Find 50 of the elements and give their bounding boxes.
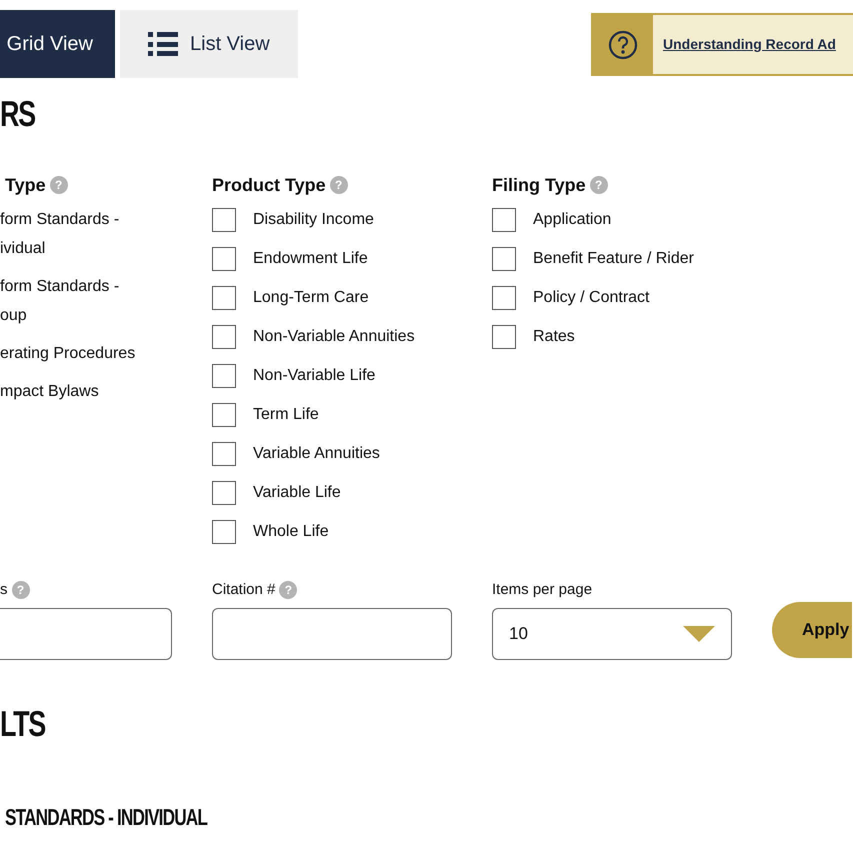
checkbox-label: Term Life xyxy=(253,405,319,425)
list-icon xyxy=(148,32,178,56)
checkbox-label: Long-Term Care xyxy=(253,288,369,308)
section-heading: LTS xyxy=(0,706,46,742)
filter-group-title: Product Type xyxy=(212,174,326,197)
items-per-page-select[interactable]: 10 xyxy=(492,608,732,660)
checkbox[interactable] xyxy=(492,208,516,232)
checkbox-label: Non-Variable Life xyxy=(253,366,376,386)
field-label: s xyxy=(0,580,8,600)
checkbox-label: Disability Income xyxy=(253,210,374,230)
checkbox-label: Endowment Life xyxy=(253,249,368,269)
filter-option[interactable]: erating Procedures xyxy=(0,339,150,368)
checkbox[interactable] xyxy=(212,286,236,310)
input-field[interactable] xyxy=(212,608,452,660)
help-link[interactable]: Understanding Record Ad xyxy=(663,34,836,55)
checkbox-label: Variable Life xyxy=(253,483,341,503)
checkbox-label: Policy / Contract xyxy=(533,288,650,308)
view-tab[interactable]: Grid View xyxy=(0,10,115,78)
checkbox[interactable] xyxy=(212,247,236,271)
filter-option[interactable]: form Standards - ividual xyxy=(0,205,150,263)
select-value: 10 xyxy=(509,623,528,646)
checkbox[interactable] xyxy=(212,403,236,427)
checkbox-label: Non-Variable Annuities xyxy=(253,327,415,347)
checkbox[interactable] xyxy=(212,208,236,232)
filter-group-title: Type xyxy=(5,174,46,197)
view-tab[interactable]: List View xyxy=(120,10,298,78)
checkbox-label: Whole Life xyxy=(253,522,329,542)
checkbox-label: Variable Annuities xyxy=(253,444,380,464)
checkbox[interactable] xyxy=(492,325,516,349)
section-heading: RS xyxy=(0,96,36,132)
field-label: Citation # xyxy=(212,580,276,600)
checkbox-label: Rates xyxy=(533,327,575,347)
checkbox[interactable] xyxy=(212,481,236,505)
result-heading: STANDARDS - INDIVIDUAL xyxy=(5,806,208,829)
apply-button[interactable]: Apply xyxy=(772,602,852,658)
help-circle-icon xyxy=(608,30,638,60)
field-label: Items per page xyxy=(492,580,592,600)
filter-option[interactable]: form Standards - oup xyxy=(0,272,150,330)
filter-group-title: Filing Type xyxy=(492,174,586,197)
checkbox-label: Benefit Feature / Rider xyxy=(533,249,694,269)
caret-icon xyxy=(683,626,715,642)
input-field[interactable] xyxy=(0,608,172,660)
checkbox[interactable] xyxy=(212,442,236,466)
checkbox-label: Application xyxy=(533,210,612,230)
checkbox[interactable] xyxy=(492,247,516,271)
checkbox[interactable] xyxy=(212,325,236,349)
checkbox[interactable] xyxy=(212,364,236,388)
filter-option[interactable]: mpact Bylaws xyxy=(0,377,150,406)
checkbox[interactable] xyxy=(212,520,236,544)
checkbox[interactable] xyxy=(492,286,516,310)
